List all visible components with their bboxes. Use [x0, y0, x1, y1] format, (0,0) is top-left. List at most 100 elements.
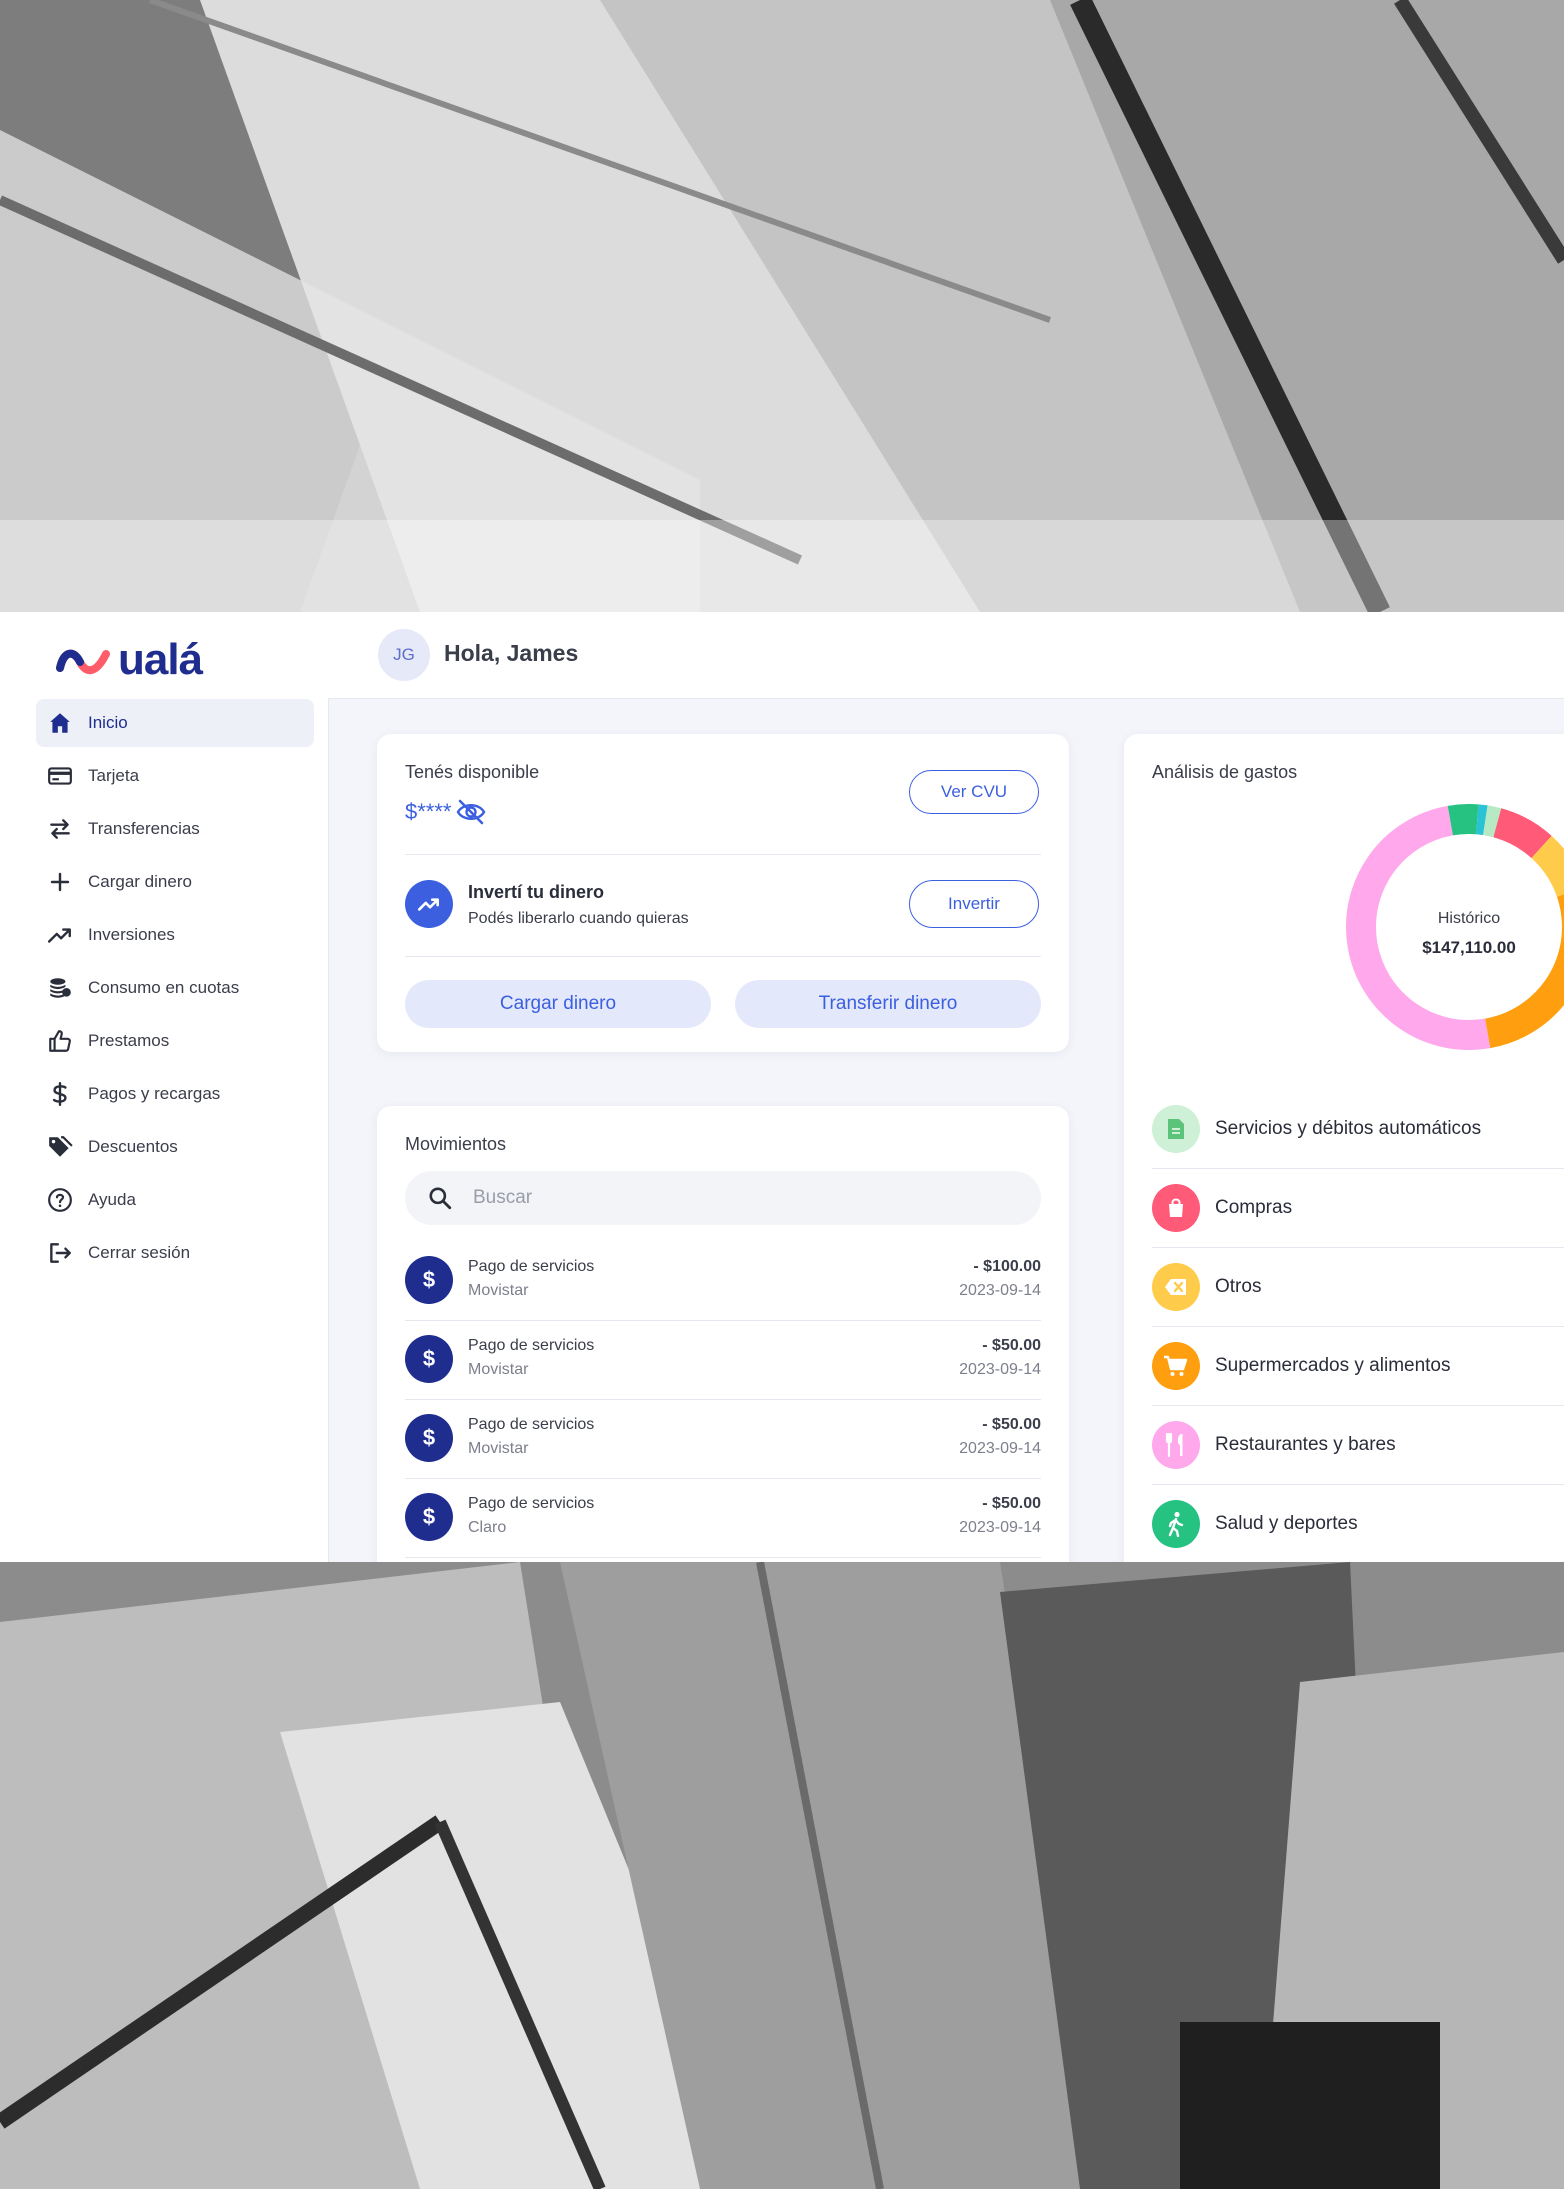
- category-row[interactable]: Otros: [1152, 1248, 1564, 1327]
- category-row[interactable]: Restaurantes y bares: [1152, 1406, 1564, 1485]
- background-image-top: [0, 0, 1564, 612]
- sidebar: ualá Inicio Tarjeta Transferencias Carga…: [20, 612, 329, 1562]
- sidebar-item-descuentos[interactable]: Descuentos: [36, 1123, 314, 1171]
- sidebar-item-label: Inicio: [88, 713, 128, 732]
- search-bar: [405, 1171, 1041, 1225]
- donut-center-label: Histórico: [1437, 910, 1501, 927]
- trend-icon: [46, 921, 74, 949]
- sidebar-item-prestamos[interactable]: Prestamos: [36, 1017, 314, 1065]
- movement-date: 2023-09-14: [959, 1282, 1041, 1299]
- cargar-dinero-button[interactable]: Cargar dinero: [405, 980, 711, 1028]
- sidebar-item-label: Cargar dinero: [88, 872, 192, 891]
- category-row[interactable]: Salud y deportes: [1152, 1485, 1564, 1562]
- movement-subtitle: Movistar: [468, 1440, 529, 1457]
- masked-amount: $****: [405, 799, 452, 824]
- walking-icon: [1152, 1500, 1200, 1548]
- category-label: Supermercados y alimentos: [1215, 1355, 1451, 1376]
- coins-icon: [46, 974, 74, 1002]
- dollar-icon: $: [405, 1256, 453, 1304]
- thumb-up-icon: [46, 1027, 74, 1055]
- eye-off-icon[interactable]: [455, 798, 487, 826]
- movement-amount: - $50.00: [982, 1495, 1041, 1512]
- category-row[interactable]: Compras: [1152, 1169, 1564, 1248]
- movement-subtitle: Movistar: [468, 1361, 529, 1378]
- category-row[interactable]: Servicios y débitos automáticos: [1152, 1090, 1564, 1169]
- card-icon: [46, 762, 74, 790]
- available-label: Tenés disponible: [405, 762, 540, 782]
- movement-title: Pago de servicios: [468, 1416, 595, 1433]
- movement-subtitle: Movistar: [468, 1282, 529, 1299]
- sidebar-item-pagos-y-recargas[interactable]: Pagos y recargas: [36, 1070, 314, 1118]
- movement-title: Pago de servicios: [468, 1337, 595, 1354]
- sidebar-item-label: Prestamos: [88, 1031, 170, 1050]
- dollar-icon: $: [405, 1414, 453, 1462]
- shopping-bag-icon: [1152, 1184, 1200, 1232]
- movement-date: 2023-09-14: [959, 1440, 1041, 1457]
- sidebar-item-label: Pagos y recargas: [88, 1084, 221, 1103]
- movement-row[interactable]: $ Pago de servicios Movistar - $100.00 2…: [405, 1242, 1041, 1321]
- donut-center-value: $147,110.00: [1422, 938, 1516, 957]
- movement-row[interactable]: $ Pago de servicios Claro - $50.00 2023-…: [405, 1479, 1041, 1558]
- dollar-icon: [46, 1080, 74, 1108]
- category-label: Servicios y débitos automáticos: [1215, 1118, 1482, 1139]
- tag-x-icon: [1152, 1263, 1200, 1311]
- movements-card: Movimientos $ Pago de servicios Movistar…: [377, 1106, 1069, 1562]
- invertir-button[interactable]: Invertir: [909, 880, 1039, 928]
- movement-amount: - $100.00: [973, 1258, 1041, 1275]
- movement-date: 2023-09-14: [959, 1361, 1041, 1378]
- sidebar-item-label: Inversiones: [88, 925, 175, 944]
- uala-logo[interactable]: ualá: [56, 636, 203, 684]
- spending-analysis-card: Análisis de gastos Histórico $147,110.00…: [1124, 734, 1564, 1562]
- masked-balance: $****: [405, 798, 487, 826]
- app-window: ualá Inicio Tarjeta Transferencias Carga…: [20, 612, 1564, 1562]
- ver-cvu-button[interactable]: Ver CVU: [909, 770, 1039, 814]
- plus-icon: [46, 868, 74, 896]
- sidebar-item-label: Descuentos: [88, 1137, 178, 1156]
- sidebar-item-inversiones[interactable]: Inversiones: [36, 911, 314, 959]
- movement-row[interactable]: $ Pago de servicios Movistar - $50.00 20…: [405, 1400, 1041, 1479]
- dollar-icon: $: [405, 1493, 453, 1541]
- search-input[interactable]: [471, 1186, 995, 1210]
- sidebar-item-transferencias[interactable]: Transferencias: [36, 805, 314, 853]
- document-icon: [1152, 1105, 1200, 1153]
- help-icon: [46, 1186, 74, 1214]
- category-label: Compras: [1215, 1197, 1293, 1218]
- sidebar-item-tarjeta[interactable]: Tarjeta: [36, 752, 314, 800]
- sidebar-item-cerrar-sesion[interactable]: Cerrar sesión: [36, 1229, 314, 1277]
- sidebar-item-inicio[interactable]: Inicio: [36, 699, 314, 747]
- movement-amount: - $50.00: [982, 1416, 1041, 1433]
- sidebar-item-cargar-dinero[interactable]: Cargar dinero: [36, 858, 314, 906]
- movement-row[interactable]: $ Pago de servicios Movistar - $50.00 20…: [405, 1321, 1041, 1400]
- sidebar-item-label: Cerrar sesión: [88, 1243, 191, 1262]
- transferir-dinero-button[interactable]: Transferir dinero: [735, 980, 1041, 1028]
- transfer-icon: [46, 815, 74, 843]
- category-list: Servicios y débitos automáticos Compras …: [1152, 1090, 1564, 1562]
- category-row[interactable]: Supermercados y alimentos: [1152, 1327, 1564, 1406]
- greeting: Hola, James: [444, 640, 579, 666]
- avatar[interactable]: JG: [378, 629, 430, 681]
- sidebar-item-label: Ayuda: [88, 1190, 136, 1209]
- category-label: Salud y deportes: [1215, 1513, 1358, 1534]
- movement-date: 2023-09-14: [959, 1519, 1041, 1536]
- movement-subtitle: Claro: [468, 1519, 507, 1536]
- divider: [405, 956, 1041, 957]
- category-label: Restaurantes y bares: [1215, 1434, 1396, 1455]
- category-label: Otros: [1215, 1276, 1262, 1297]
- invest-subtitle: Podés liberarlo cuando quieras: [468, 910, 689, 927]
- sidebar-item-consumo-en-cuotas[interactable]: Consumo en cuotas: [36, 964, 314, 1012]
- balance-card: Tenés disponible $**** Ver CVU Invertí t…: [377, 734, 1069, 1052]
- background-image-bottom: [0, 1562, 1564, 2189]
- top-bar: JG Hola, James: [328, 612, 1564, 699]
- movement-title: Pago de servicios: [468, 1495, 595, 1512]
- sidebar-item-label: Tarjeta: [88, 766, 140, 785]
- sidebar-item-ayuda[interactable]: Ayuda: [36, 1176, 314, 1224]
- logout-icon: [46, 1239, 74, 1267]
- tag-icon: [46, 1133, 74, 1161]
- cutlery-icon: [1152, 1421, 1200, 1469]
- movement-amount: - $50.00: [982, 1337, 1041, 1354]
- invest-trend-icon: [405, 880, 453, 928]
- sidebar-nav: Inicio Tarjeta Transferencias Cargar din…: [36, 699, 314, 1282]
- movements-title: Movimientos: [405, 1134, 507, 1154]
- movements-list: $ Pago de servicios Movistar - $100.00 2…: [405, 1242, 1041, 1558]
- uala-logo-mark: [56, 649, 110, 675]
